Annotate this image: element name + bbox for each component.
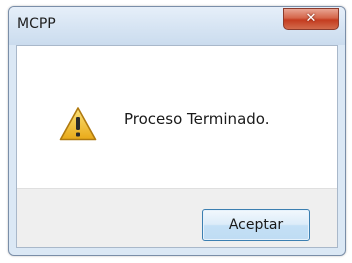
message-text: Proceso Terminado.: [124, 110, 270, 128]
dialog-body: Proceso Terminado. Aceptar: [16, 45, 338, 248]
close-button[interactable]: ✕: [283, 8, 339, 30]
window-title: MCPP: [17, 16, 56, 32]
dialog-window: MCPP ✕ Proceso Terminado. Aceptar: [8, 6, 346, 256]
accept-button[interactable]: Aceptar: [202, 209, 310, 241]
warning-icon: [59, 107, 97, 141]
close-icon: ✕: [305, 11, 317, 26]
title-bar[interactable]: MCPP ✕: [9, 7, 345, 45]
message-area: Proceso Terminado.: [17, 46, 337, 188]
button-bar: Aceptar: [17, 188, 337, 247]
